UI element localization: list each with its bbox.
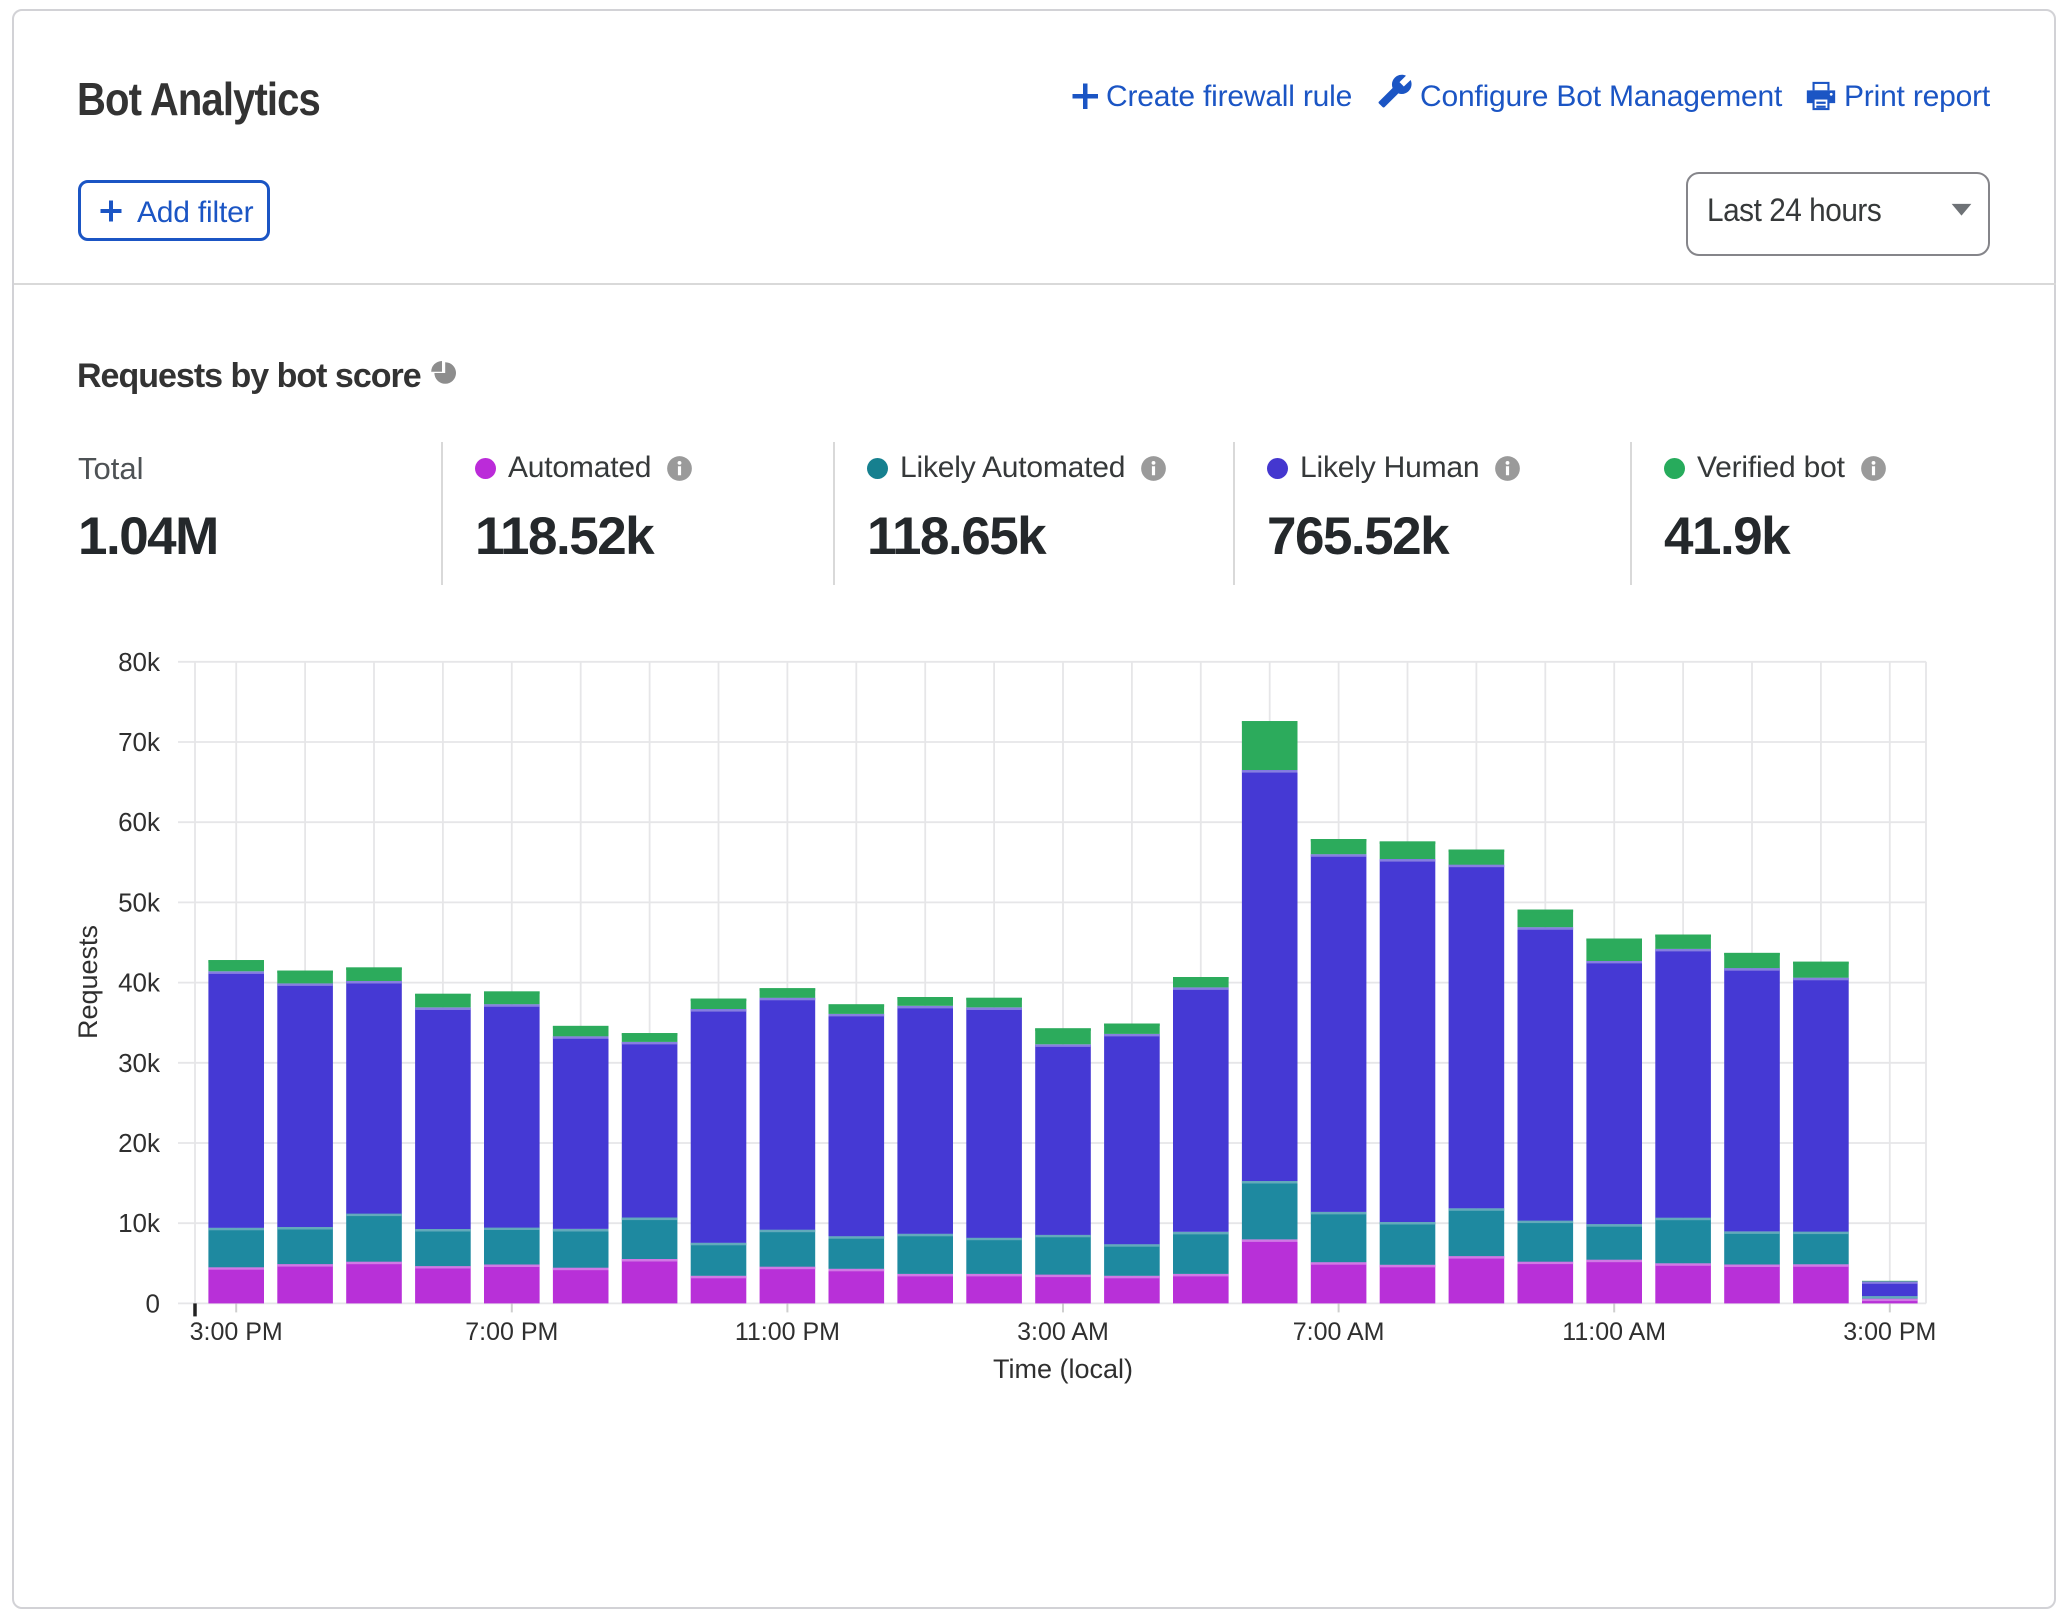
svg-text:0: 0 [146,1288,160,1318]
svg-text:10k: 10k [118,1208,161,1238]
svg-text:50k: 50k [118,887,161,917]
svg-text:11:00 PM: 11:00 PM [735,1318,840,1346]
svg-text:Requests: Requests [73,925,103,1039]
svg-text:3:00 AM: 3:00 AM [1017,1318,1109,1346]
svg-text:70k: 70k [118,727,161,757]
svg-text:7:00 PM: 7:00 PM [465,1318,558,1346]
svg-text:Time (local): Time (local) [993,1354,1133,1384]
svg-text:3:00 PM: 3:00 PM [190,1318,283,1346]
svg-text:11:00 AM: 11:00 AM [1562,1318,1666,1346]
svg-text:40k: 40k [118,968,161,998]
svg-text:60k: 60k [118,807,161,837]
svg-text:80k: 80k [118,647,161,677]
svg-text:7:00 AM: 7:00 AM [1293,1318,1385,1346]
svg-text:30k: 30k [118,1048,161,1078]
svg-text:3:00 PM: 3:00 PM [1843,1318,1936,1346]
svg-text:20k: 20k [118,1128,161,1158]
